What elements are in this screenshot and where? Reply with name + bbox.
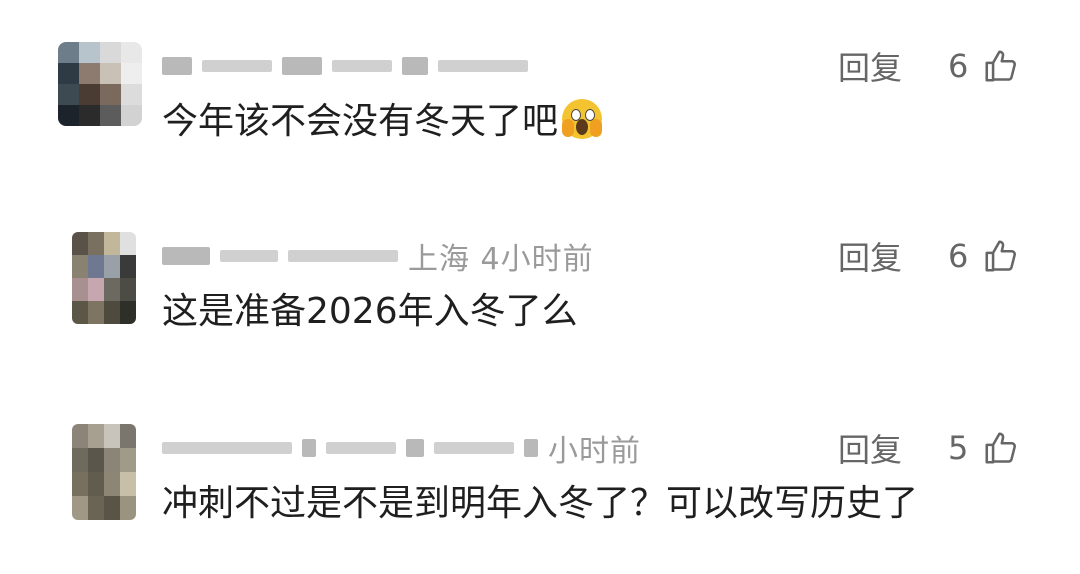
avatar[interactable] [72, 232, 136, 324]
location-time: 小时前 [548, 434, 641, 469]
comment-text: 这是准备2026年入冬了么 [162, 291, 578, 332]
comment-meta [162, 48, 528, 84]
reply-button[interactable]: 回复 [838, 43, 948, 89]
timestamp-blurred [438, 60, 528, 72]
thumbs-up-icon[interactable] [982, 429, 1020, 467]
comment-text: 今年该不会没有冬天了吧 [162, 98, 603, 146]
like-count: 5 [948, 429, 969, 467]
like-count: 6 [948, 237, 969, 275]
username-blurred [332, 60, 392, 72]
comment-actions: 回复 5 [838, 425, 1020, 471]
thumbs-up-icon[interactable] [982, 47, 1020, 85]
username-blurred [220, 250, 278, 262]
username-blurred [406, 439, 424, 457]
like-count: 6 [948, 47, 969, 85]
username-blurred [402, 57, 428, 75]
reply-button[interactable]: 回复 [838, 425, 948, 471]
username-blurred [162, 247, 210, 265]
reply-button[interactable]: 回复 [838, 233, 948, 279]
username-blurred [434, 442, 514, 454]
username-blurred [326, 442, 396, 454]
avatar[interactable] [72, 424, 136, 520]
comment-item: 今年该不会没有冬天了吧 回复 6 [0, 42, 1080, 192]
avatar[interactable] [58, 42, 142, 126]
username-blurred [162, 57, 192, 75]
scream-emoji-icon [562, 99, 603, 139]
comment-item: 小时前 冲刺不过是不是到明年入冬了？可以改写历史了 回复 5 [0, 424, 1080, 574]
username-blurred [288, 250, 398, 262]
comment-meta: 上海 4小时前 [162, 238, 594, 277]
comment-actions: 回复 6 [838, 43, 1020, 89]
username-blurred [524, 439, 538, 457]
thumbs-up-icon[interactable] [982, 237, 1020, 275]
comment-item: 上海 4小时前 这是准备2026年入冬了么 回复 6 [0, 232, 1080, 382]
username-blurred [162, 442, 292, 454]
comment-meta: 小时前 [162, 430, 641, 469]
username-blurred [302, 439, 316, 457]
location-time: 上海 4小时前 [408, 242, 594, 277]
username-blurred [282, 57, 322, 75]
comment-actions: 回复 6 [838, 233, 1020, 279]
username-blurred [202, 60, 272, 72]
comment-text: 冲刺不过是不是到明年入冬了？可以改写历史了 [162, 483, 919, 524]
comment-text-body: 今年该不会没有冬天了吧 [162, 101, 559, 142]
